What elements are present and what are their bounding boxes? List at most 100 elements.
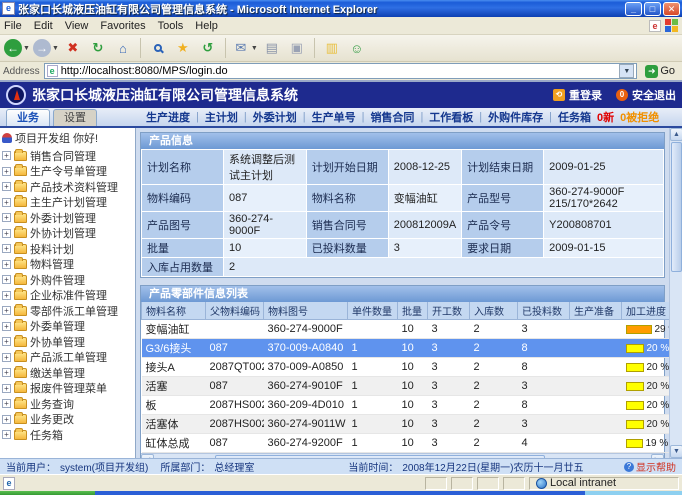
logout-button[interactable]: 0 安全退出 xyxy=(616,87,676,103)
expand-icon[interactable]: + xyxy=(2,322,11,331)
expand-icon[interactable]: + xyxy=(2,337,11,346)
expand-icon[interactable]: + xyxy=(2,167,11,176)
close-button[interactable]: ✕ xyxy=(663,2,680,16)
show-help-link[interactable]: ? 显示帮助 xyxy=(624,459,676,474)
expand-icon[interactable]: + xyxy=(2,198,11,207)
table-row[interactable]: 缸体总成087360-274-9200F11032419 % xyxy=(142,434,670,453)
sidebar-item-6[interactable]: +投料计划 xyxy=(2,241,135,257)
sidebar-item-9[interactable]: +企业标准件管理 xyxy=(2,288,135,304)
taskbar-tasks[interactable] xyxy=(95,491,585,495)
minimize-button[interactable]: _ xyxy=(625,2,642,16)
refresh-button[interactable]: ↻ xyxy=(87,37,109,59)
search-button[interactable] xyxy=(147,37,169,59)
sidebar-item-16[interactable]: +业务查询 xyxy=(2,396,135,412)
sidebar-item-5[interactable]: +外协计划管理 xyxy=(2,226,135,242)
expand-icon[interactable]: + xyxy=(2,260,11,269)
expand-icon[interactable]: + xyxy=(2,244,11,253)
go-button[interactable]: ➜ Go xyxy=(641,63,679,80)
parts-horizontal-scrollbar[interactable]: ◀ ▶ xyxy=(141,453,664,458)
expand-icon[interactable]: + xyxy=(2,182,11,191)
table-row[interactable]: 变幅油缸360-274-9000F1032329 % xyxy=(142,320,670,339)
sidebar-item-4[interactable]: +外委计划管理 xyxy=(2,210,135,226)
table-row[interactable]: 板2087HS002360-209-4D01011032820 % xyxy=(142,396,670,415)
expand-icon[interactable]: + xyxy=(2,213,11,222)
table-row[interactable]: 活塞087360-274-9010F11032320 % xyxy=(142,377,670,396)
windows-taskbar[interactable] xyxy=(0,491,682,495)
url-input[interactable] xyxy=(61,65,617,77)
expand-icon[interactable]: + xyxy=(2,368,11,377)
nav-item-6[interactable]: 外购件库存 xyxy=(488,109,543,125)
messenger-button[interactable]: ☺ xyxy=(346,37,368,59)
page-vertical-scrollbar[interactable]: ▲ ▼ xyxy=(669,128,682,458)
nav-item-4[interactable]: 销售合同 xyxy=(370,109,414,125)
sidebar-item-0[interactable]: +销售合同管理 xyxy=(2,148,135,164)
nav-item-1[interactable]: 主计划 xyxy=(205,109,238,125)
rejected-tasks-badge[interactable]: 0被拒绝 xyxy=(620,109,659,125)
address-dropdown-icon[interactable]: ▼ xyxy=(619,64,634,78)
nav-item-2[interactable]: 外委计划 xyxy=(253,109,297,125)
tab-business[interactable]: 业务 xyxy=(6,109,50,126)
menu-item-edit[interactable]: Edit xyxy=(34,20,53,32)
mail-button[interactable]: ✉▼ xyxy=(232,37,258,59)
table-row[interactable]: G3/6接头087370-009-A084011032820 % xyxy=(142,339,670,358)
discuss-button[interactable]: ▥ xyxy=(321,37,343,59)
sidebar-item-1[interactable]: +生产令号单管理 xyxy=(2,164,135,180)
new-tasks-badge[interactable]: 0新 xyxy=(597,109,614,125)
column-header[interactable]: 已投料数 xyxy=(518,302,570,320)
nav-item-0[interactable]: 生产进度 xyxy=(146,109,190,125)
menu-item-help[interactable]: Help xyxy=(195,20,218,32)
expand-icon[interactable]: + xyxy=(2,399,11,408)
sidebar-item-17[interactable]: +业务更改 xyxy=(2,412,135,428)
column-header[interactable]: 生产准备 xyxy=(570,302,622,320)
column-header[interactable]: 开工数 xyxy=(428,302,470,320)
back-button[interactable]: ←▼ xyxy=(4,37,30,59)
sidebar-item-14[interactable]: +缴送单管理 xyxy=(2,365,135,381)
sidebar-item-13[interactable]: +产品派工单管理 xyxy=(2,350,135,366)
nav-item-7[interactable]: 任务箱 xyxy=(558,109,591,125)
nav-item-3[interactable]: 生产单号 xyxy=(312,109,356,125)
expand-icon[interactable]: + xyxy=(2,275,11,284)
sidebar-item-15[interactable]: +报废件管理菜单 xyxy=(2,381,135,397)
expand-icon[interactable]: + xyxy=(2,151,11,160)
column-header[interactable]: 加工进度 xyxy=(622,302,670,320)
print-button[interactable]: ▤ xyxy=(261,37,283,59)
history-button[interactable]: ↺ xyxy=(197,37,219,59)
column-header[interactable]: 物料名称 xyxy=(142,302,206,320)
column-header[interactable]: 入库数 xyxy=(470,302,518,320)
tab-settings[interactable]: 设置 xyxy=(53,109,97,126)
table-row[interactable]: 接头A2087QT002370-009-A085011032820 % xyxy=(142,358,670,377)
expand-icon[interactable]: + xyxy=(2,291,11,300)
menu-item-tools[interactable]: Tools xyxy=(158,20,184,32)
expand-icon[interactable]: + xyxy=(2,353,11,362)
expand-icon[interactable]: + xyxy=(2,306,11,315)
address-field[interactable]: e ▼ xyxy=(44,63,638,79)
stop-button[interactable]: ✖ xyxy=(62,37,84,59)
forward-button[interactable]: →▼ xyxy=(33,37,59,59)
home-button[interactable]: ⌂ xyxy=(112,37,134,59)
column-header[interactable]: 物料图号 xyxy=(264,302,348,320)
sidebar-item-18[interactable]: +任务箱 xyxy=(2,427,135,443)
sidebar-item-10[interactable]: +零部件派工单管理 xyxy=(2,303,135,319)
expand-icon[interactable]: + xyxy=(2,384,11,393)
favorites-button[interactable]: ★ xyxy=(172,37,194,59)
column-header[interactable]: 父物料编码 xyxy=(206,302,264,320)
sidebar-item-2[interactable]: +产品技术资料管理 xyxy=(2,179,135,195)
menu-item-view[interactable]: View xyxy=(65,20,89,32)
sidebar-item-11[interactable]: +外委单管理 xyxy=(2,319,135,335)
relogin-button[interactable]: ⟲ 重登录 xyxy=(553,87,602,103)
sidebar-item-7[interactable]: +物料管理 xyxy=(2,257,135,273)
table-row[interactable]: 活塞体2087HS002360-274-9011W11032320 % xyxy=(142,415,670,434)
menu-item-favorites[interactable]: Favorites xyxy=(100,20,145,32)
column-header[interactable]: 批量 xyxy=(398,302,428,320)
maximize-button[interactable]: □ xyxy=(644,2,661,16)
nav-item-5[interactable]: 工作看板 xyxy=(429,109,473,125)
expand-icon[interactable]: + xyxy=(2,430,11,439)
sidebar-item-3[interactable]: +主生产计划管理 xyxy=(2,195,135,211)
sidebar-item-8[interactable]: +外购件管理 xyxy=(2,272,135,288)
edit-button[interactable]: ▣ xyxy=(286,37,308,59)
start-button[interactable] xyxy=(0,491,95,495)
column-header[interactable]: 单件数量 xyxy=(348,302,398,320)
expand-icon[interactable]: + xyxy=(2,415,11,424)
sidebar-item-12[interactable]: +外协单管理 xyxy=(2,334,135,350)
menu-item-file[interactable]: File xyxy=(4,20,22,32)
